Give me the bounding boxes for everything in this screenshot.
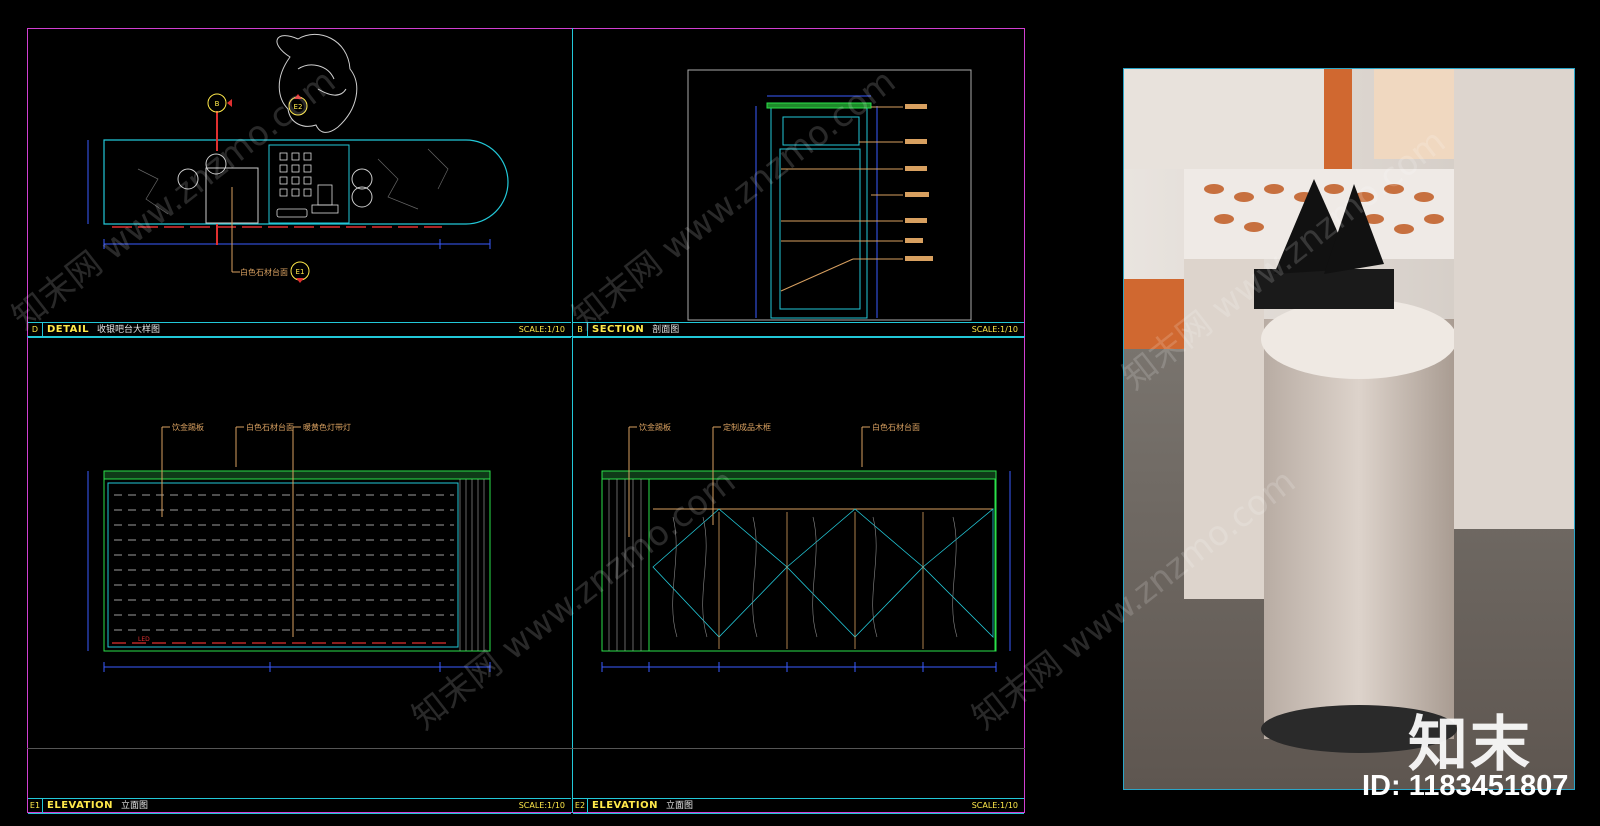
- panel-scale: SCALE:1/10: [518, 325, 565, 334]
- panel-scale: SCALE:1/10: [971, 801, 1018, 810]
- panel-tag: E2: [573, 799, 588, 813]
- e2-label-1: 饮金踢板: [639, 422, 671, 432]
- svg-text:B: B: [215, 100, 220, 108]
- detail-title-bar: D DETAIL 收银吧台大样图 SCALE:1/10: [28, 322, 571, 338]
- e2-label-3: 白色石材台面: [872, 422, 920, 432]
- asset-id: ID: 1183451807: [1362, 770, 1569, 802]
- panel-tag: E1: [28, 799, 43, 813]
- e1-label-2: 白色石材台面: [246, 422, 294, 432]
- bottom-divider: [27, 748, 1025, 749]
- elevation1-title-bar: E1 ELEVATION 立面图 SCALE:1/10: [28, 798, 571, 814]
- plan-leader-label: 白色石材台面: [240, 267, 288, 277]
- panel-name: 剖面图: [652, 325, 680, 335]
- panel-name: 立面图: [120, 801, 148, 811]
- panel-keyword: ELEVATION: [592, 800, 658, 811]
- e1-label-1: 饮金踢板: [172, 422, 204, 432]
- panel-keyword: DETAIL: [47, 324, 90, 335]
- panel-name: 收银吧台大样图: [97, 325, 161, 335]
- led-label: LED: [138, 636, 150, 643]
- section-title-bar: B SECTION 剖面图 SCALE:1/10: [573, 322, 1024, 338]
- elevation2-title-bar: E2 ELEVATION 立面图 SCALE:1/10: [573, 798, 1024, 814]
- callout-b-icon: B: [207, 93, 232, 113]
- panel-keyword: ELEVATION: [47, 800, 113, 811]
- e1-label-3: 暖黄色灯带灯: [303, 422, 351, 432]
- panel-scale: SCALE:1/10: [971, 325, 1018, 334]
- panel-scale: SCALE:1/10: [518, 801, 565, 810]
- svg-text:E1: E1: [296, 268, 305, 276]
- e2-label-2: 定制成品木框: [723, 422, 771, 432]
- panel-name: 立面图: [665, 801, 693, 811]
- callout-e1-icon: E1: [290, 261, 310, 283]
